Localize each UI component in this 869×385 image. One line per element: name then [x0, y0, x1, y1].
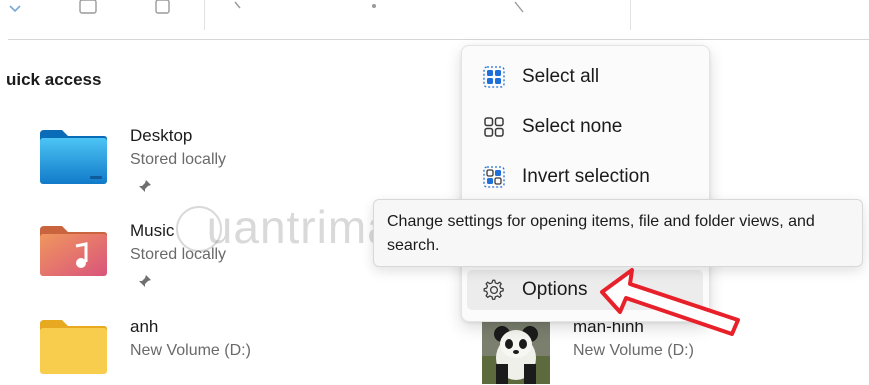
panda-thumbnail — [482, 316, 550, 384]
menu-item-label: Invert selection — [522, 166, 650, 187]
item-name: Music — [130, 221, 175, 240]
folder-icon — [40, 320, 107, 374]
menu-item-invert-selection[interactable]: Invert selection — [467, 157, 703, 197]
tooltip: Change settings for opening items, file … — [373, 199, 863, 267]
toolbar-icon-4[interactable] — [232, 0, 248, 16]
menu-item-label: Select none — [522, 116, 623, 137]
toolbar-divider — [8, 39, 869, 40]
select-all-icon — [483, 66, 505, 88]
menu-item-select-none[interactable]: Select none — [467, 107, 703, 147]
invert-selection-icon — [483, 166, 505, 188]
pin-icon — [139, 180, 151, 192]
toolbar-icon-2[interactable] — [78, 0, 98, 16]
item-name: anh — [130, 317, 159, 336]
toolbar-separator — [630, 0, 631, 30]
quick-access-item-desktop[interactable]: Desktop Stored locally — [40, 126, 270, 192]
select-none-icon — [484, 117, 504, 137]
desktop-folder-icon — [40, 130, 107, 184]
pin-icon — [139, 275, 151, 287]
music-folder-icon — [40, 226, 107, 276]
menu-item-select-all[interactable]: Select all — [467, 57, 703, 97]
toolbar-icon-5[interactable] — [368, 0, 380, 16]
item-location: Stored locally — [130, 151, 227, 168]
menu-item-label: Select all — [522, 66, 600, 87]
menu-item-label: Options — [522, 279, 588, 300]
section-title-quick-access: uick access — [6, 70, 102, 89]
toolbar — [0, 0, 869, 40]
toolbar-icon-1[interactable] — [8, 0, 22, 16]
toolbar-icon-6[interactable] — [512, 0, 526, 16]
item-name: Desktop — [130, 126, 193, 145]
toolbar-separator — [204, 0, 205, 30]
item-location: New Volume (D:) — [573, 342, 694, 359]
quick-access-item-anh[interactable]: anh New Volume (D:) — [40, 316, 280, 376]
gear-icon — [483, 279, 504, 300]
item-location: New Volume (D:) — [130, 342, 251, 359]
annotation-arrow-icon — [600, 268, 740, 336]
toolbar-icon-3[interactable] — [154, 0, 172, 16]
